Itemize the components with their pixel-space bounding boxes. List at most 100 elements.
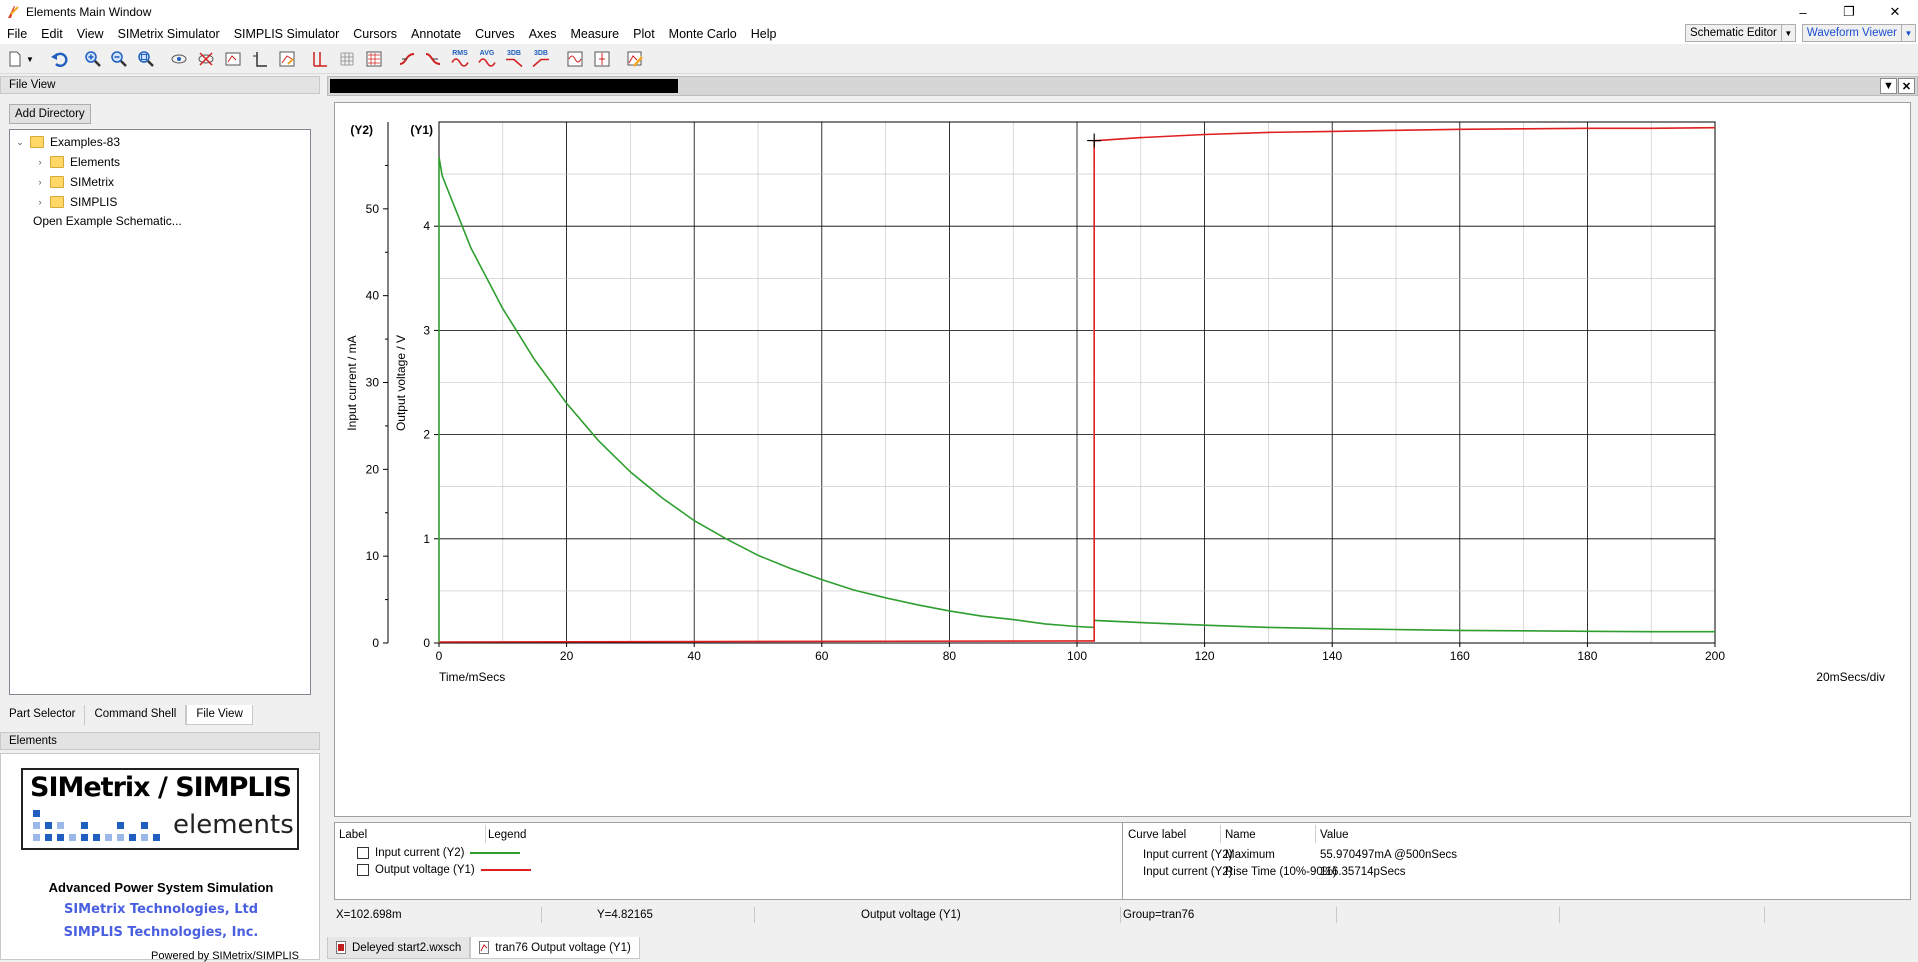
tree-item-elements[interactable]: › Elements — [34, 153, 121, 171]
curve-label-button[interactable] — [222, 49, 244, 69]
tab-schematic[interactable]: Deleyed start2.wxsch — [327, 937, 471, 959]
rise-edge-button[interactable] — [396, 49, 418, 69]
editor-select[interactable]: Schematic Editor ▼ — [1684, 24, 1796, 42]
y1-tick-label: 0 — [423, 636, 430, 650]
plot-properties-button[interactable] — [363, 49, 385, 69]
dropdown-button[interactable]: ▼ — [1880, 78, 1897, 94]
tree-item-simplis[interactable]: › SIMPLIS — [34, 193, 118, 211]
close-button[interactable]: ✕ — [1872, 0, 1918, 24]
left-tabs: Part Selector Command Shell File View — [0, 705, 253, 725]
chevron-right-icon[interactable]: › — [34, 157, 46, 167]
legend-item-input-current[interactable]: Input current (Y2) — [357, 845, 521, 861]
folder-icon — [50, 156, 64, 168]
menu-curves[interactable]: Curves — [468, 24, 522, 44]
folder-icon — [50, 176, 64, 188]
y1-tick-label: 1 — [423, 532, 430, 546]
chevron-right-icon[interactable]: › — [34, 177, 46, 187]
open-example-schematic[interactable]: Open Example Schematic... — [33, 212, 182, 230]
edit-plot-icon — [627, 51, 643, 67]
undo-icon — [51, 52, 68, 67]
meas-row-value[interactable]: 116.35714pSecs — [1320, 866, 1405, 878]
show-curve-button[interactable] — [168, 49, 190, 69]
viewer-select[interactable]: Waveform Viewer ▼ — [1801, 24, 1916, 42]
menu-edit[interactable]: Edit — [34, 24, 70, 44]
rms-button[interactable]: RMS — [449, 49, 471, 69]
title-bar: Elements Main Window – ❐ ✕ — [0, 0, 1918, 24]
minimize-button[interactable]: – — [1780, 0, 1826, 24]
close-plot-button[interactable]: ✕ — [1898, 78, 1915, 94]
hide-curve-button[interactable] — [195, 49, 217, 69]
undo-button[interactable] — [48, 49, 70, 69]
meas-row-curve[interactable]: Input current (Y2) — [1143, 866, 1232, 878]
menu-simplis-simulator[interactable]: SIMPLIS Simulator — [227, 24, 347, 44]
y2-tick-label: 20 — [366, 462, 380, 476]
x-tick-label: 100 — [1067, 649, 1087, 663]
menu-annotate[interactable]: Annotate — [404, 24, 468, 44]
menu-simetrix-simulator[interactable]: SIMetrix Simulator — [111, 24, 227, 44]
status-y: Y=4.82165 — [597, 909, 653, 921]
x-tick-label: 120 — [1195, 649, 1215, 663]
zoom-in-icon — [85, 51, 101, 67]
tab-part-selector[interactable]: Part Selector — [0, 705, 86, 725]
tab-label: Deleyed start2.wxsch — [352, 941, 462, 954]
menu-axes[interactable]: Axes — [522, 24, 564, 44]
menu-help[interactable]: Help — [744, 24, 784, 44]
tree-item-label: Examples-83 — [50, 135, 121, 149]
edit-plot-button[interactable] — [624, 49, 646, 69]
zoom-fit-button[interactable] — [135, 49, 157, 69]
avg-button[interactable]: AVG — [476, 49, 498, 69]
new-axis-button[interactable] — [249, 49, 271, 69]
new-grid-button[interactable] — [309, 49, 331, 69]
menu-plot[interactable]: Plot — [626, 24, 662, 44]
tab-file-view[interactable]: File View — [186, 705, 253, 725]
3db-high-button[interactable]: 3DB — [530, 49, 552, 69]
divider — [1336, 907, 1337, 923]
meas-row-curve[interactable]: Input current (Y2) — [1143, 849, 1232, 861]
legend-item-output-voltage[interactable]: Output voltage (Y1) — [357, 862, 531, 878]
hide-icon — [198, 52, 214, 66]
new-dropdown-button[interactable]: ▼ — [24, 49, 36, 69]
edit-axis-button[interactable] — [276, 49, 298, 69]
status-group: Group=tran76 — [1123, 909, 1195, 921]
plot-area[interactable]: 0 10 20 30 40 50 0 1 2 3 4 0 20 40 60 80 100 120 140 160 180… — [334, 102, 1911, 817]
meas-row-value[interactable]: 55.970497mA @500nSecs — [1320, 849, 1457, 861]
edit-axis-icon — [279, 51, 295, 67]
menu-monte-carlo[interactable]: Monte Carlo — [662, 24, 744, 44]
menu-cursors[interactable]: Cursors — [346, 24, 404, 44]
restore-button[interactable]: ❐ — [1826, 0, 1872, 24]
add-directory-button[interactable]: Add Directory — [9, 104, 91, 124]
chevron-down-icon[interactable]: ⌄ — [14, 137, 26, 148]
waveform-chart[interactable]: 01020304050012340 20 40 60 80 100 120 140 160 180… — [335, 103, 1912, 818]
chevron-down-icon: ▼ — [1901, 25, 1915, 41]
fall-edge-button[interactable] — [422, 49, 444, 69]
y1-tick-label: 2 — [423, 428, 430, 442]
divider — [1220, 825, 1221, 843]
menu-view[interactable]: View — [70, 24, 111, 44]
zoom-in-button[interactable] — [82, 49, 104, 69]
tab-waveform[interactable]: tran76 Output voltage (Y1) — [470, 937, 640, 959]
legend-panel: Label Legend Input current (Y2) Output v… — [334, 822, 1124, 900]
legend-checkbox[interactable] — [357, 864, 369, 876]
menu-file[interactable]: File — [0, 24, 34, 44]
3db-low-button[interactable]: 3DB — [503, 49, 525, 69]
tree-item-simetrix[interactable]: › SIMetrix — [34, 173, 115, 191]
grid-toggle-button[interactable] — [336, 49, 358, 69]
grid-icon — [313, 52, 327, 67]
cursor-button[interactable] — [591, 49, 613, 69]
meas-col-value: Value — [1320, 829, 1349, 841]
zoom-out-button[interactable] — [108, 49, 130, 69]
x-tick-label: 140 — [1322, 649, 1342, 663]
new-file-button[interactable] — [4, 49, 26, 69]
menu-measure[interactable]: Measure — [563, 24, 626, 44]
tree-item-root[interactable]: ⌄ Examples-83 — [14, 133, 120, 151]
plot-tab-strip[interactable] — [330, 79, 678, 93]
fourier-button[interactable] — [564, 49, 586, 69]
divider — [754, 907, 755, 923]
axis-icon — [253, 52, 267, 67]
tab-command-shell[interactable]: Command Shell — [85, 705, 187, 725]
legend-checkbox[interactable] — [357, 847, 369, 859]
3db-label: 3DB — [506, 50, 521, 57]
chevron-right-icon[interactable]: › — [34, 197, 46, 207]
meas-row-name[interactable]: Maximum — [1225, 849, 1275, 861]
folder-icon — [50, 196, 64, 208]
